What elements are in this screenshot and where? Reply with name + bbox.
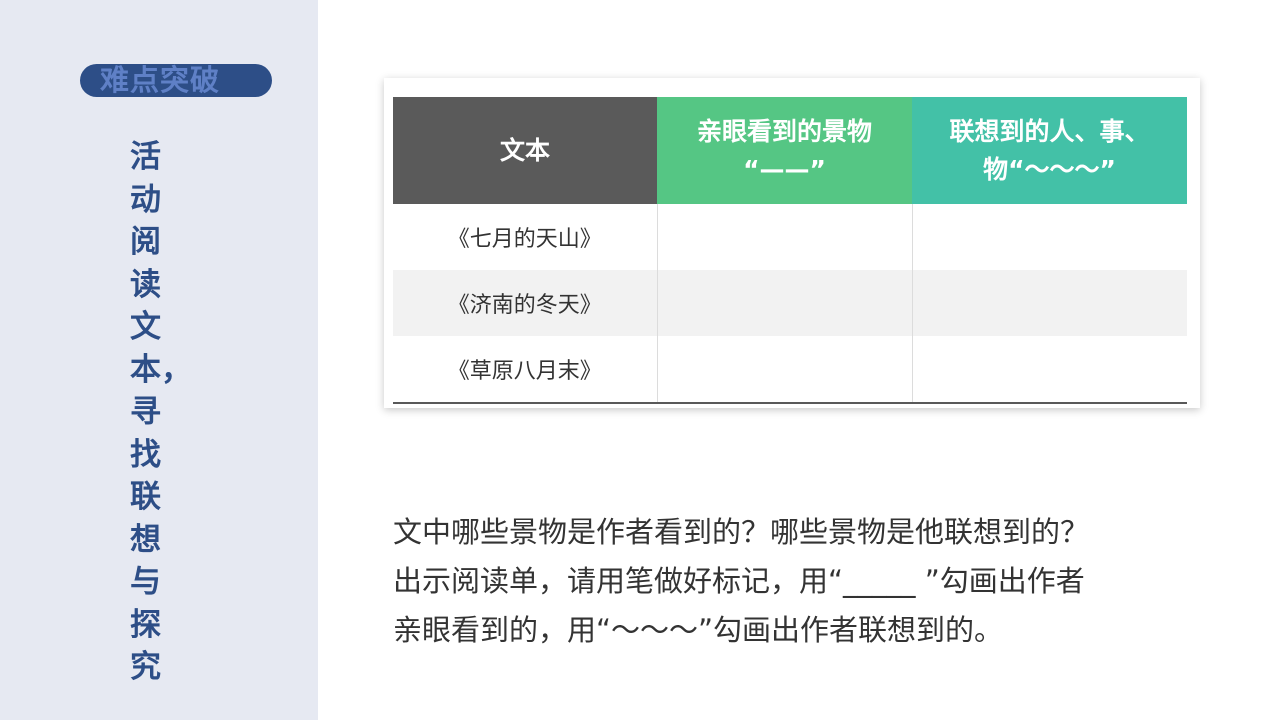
vertical-title-char: 活 [130,139,161,175]
vertical-title-char: 寻 [130,394,161,430]
instruction-line: 出示阅读单，请用笔做好标记，用“_____ ”勾画出作者 [393,564,1085,598]
vertical-title-char: 究 [130,649,161,685]
table-row: 《草原八月末》 [393,336,1187,404]
header-seen-mark: “——” [743,154,826,184]
header-seen-label: 亲眼看到的景物 [696,116,872,146]
row-imagined-cell [912,336,1187,404]
vertical-title-char: 联 [130,479,161,515]
vertical-title-char: 读 [130,266,161,303]
reading-sheet-card: 文本 亲眼看到的景物 “——” 联想到的人、事、 物“～～～” 《七月的天山》 … [384,78,1200,408]
header-text-label: 文本 [499,135,550,165]
header-seen-column: 亲眼看到的景物 “——” [657,97,912,204]
row-text-title: 《济南的冬天》 [393,270,658,336]
header-text-column: 文本 [393,97,657,204]
header-imagined-label: 联想到的人、事、 [949,116,1150,146]
sidebar: 难点突破 活 动 阅 读 文 本， 寻 找 联 想 与 探 究 [0,0,318,720]
table-row: 《济南的冬天》 [393,270,1187,336]
row-imagined-cell [912,204,1187,270]
activity-vertical-title: 活 动 阅 读 文 本， 寻 找 联 想 与 探 究 [130,136,192,689]
instruction-line: 文中哪些景物是作者看到的？哪些景物是他联想到的？ [393,515,1090,549]
header-imagined-mark: 物“～～～” [983,154,1116,184]
row-seen-cell [657,270,913,336]
row-seen-cell [657,336,913,404]
vertical-title-char: 找 [130,436,161,473]
table-header-row: 文本 亲眼看到的景物 “——” 联想到的人、事、 物“～～～” [393,97,1187,204]
table-row: 《七月的天山》 [393,204,1187,270]
reading-sheet-table: 文本 亲眼看到的景物 “——” 联想到的人、事、 物“～～～” 《七月的天山》 … [393,97,1187,404]
section-badge-label: 难点突破 [100,63,221,97]
row-seen-cell [657,204,913,270]
section-badge: 难点突破 [80,64,272,97]
header-imagined-column: 联想到的人、事、 物“～～～” [912,97,1187,204]
instruction-paragraph: 文中哪些景物是作者看到的？哪些景物是他联想到的？ 出示阅读单，请用笔做好标记，用… [393,508,1203,655]
vertical-title-char: 探 [130,606,161,643]
row-text-title: 《七月的天山》 [393,204,658,270]
row-imagined-cell [912,270,1187,336]
row-text-title: 《草原八月末》 [393,336,658,404]
vertical-title-char: 阅 [130,224,161,260]
vertical-title-char: 想 [130,521,161,558]
vertical-title-char: 与 [130,564,161,600]
vertical-title-char: 动 [130,181,161,218]
instruction-line: 亲眼看到的，用“～～～”勾画出作者联想到的。 [393,613,1004,647]
vertical-title-char: 本， [130,351,192,388]
vertical-title-char: 文 [130,309,161,345]
